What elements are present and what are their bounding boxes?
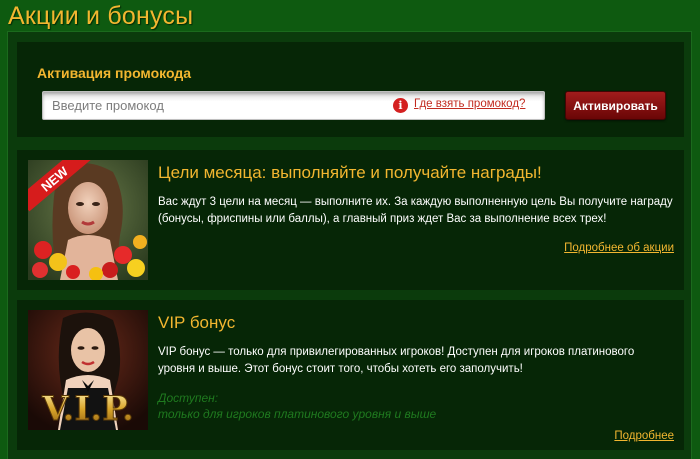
promo-heading: Активация промокода xyxy=(37,65,192,81)
monthly-goals-image[interactable]: NEW xyxy=(28,160,148,280)
availability-label: Доступен: xyxy=(158,391,219,405)
more-about-promo-link[interactable]: Подробнее об акции xyxy=(564,242,674,254)
vip-image[interactable]: V.I.P. xyxy=(28,310,148,430)
card-description: VIP бонус — только для привилегированных… xyxy=(158,346,635,375)
promo-code-input[interactable] xyxy=(43,92,383,119)
availability-text: только для игроков платинового уровня и … xyxy=(158,407,437,421)
promo-input-wrapper: i Где взять промокод? xyxy=(42,91,545,120)
promotions-container: Активация промокода i Где взять промокод… xyxy=(7,31,692,459)
card-title: VIP бонус xyxy=(158,313,236,332)
card-description: Вас ждут 3 цели на месяц — выполните их.… xyxy=(158,196,673,225)
promo-code-panel: Активация промокода i Где взять промокод… xyxy=(17,42,684,137)
info-icon[interactable]: i xyxy=(393,98,408,113)
promo-card-vip: V.I.P. VIP бонус VIP бонус — только для … xyxy=(17,300,684,450)
where-to-get-promo-link[interactable]: Где взять промокод? xyxy=(414,98,525,110)
vip-logo-text: V.I.P. xyxy=(41,389,134,429)
more-link[interactable]: Подробнее xyxy=(614,430,674,442)
activate-button[interactable]: Активировать xyxy=(565,91,666,120)
page-title: Акции и бонусы xyxy=(8,2,194,30)
promo-card-monthly-goals: NEW Цели месяца: выполняйте и получайте … xyxy=(17,150,684,290)
card-title: Цели месяца: выполняйте и получайте нагр… xyxy=(158,163,542,182)
